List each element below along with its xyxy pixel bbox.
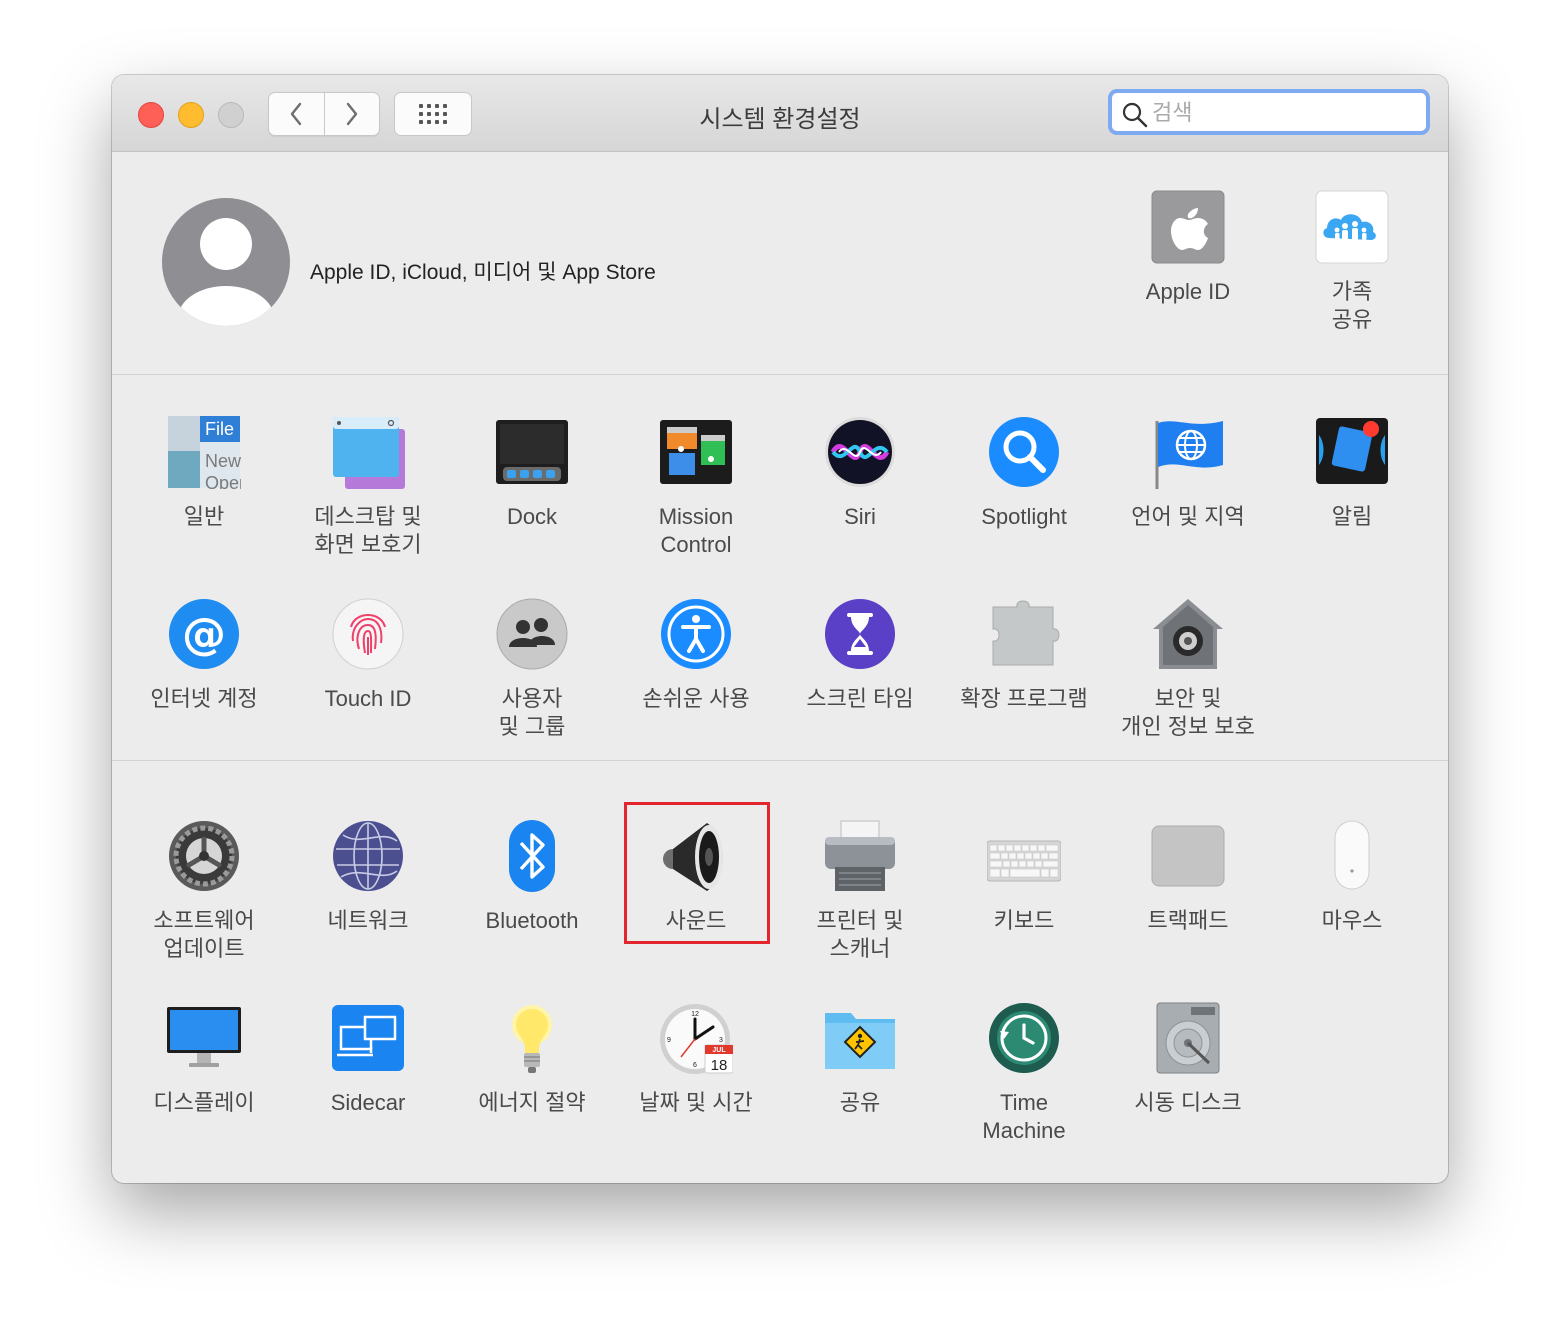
software-update-icon xyxy=(169,821,239,891)
pane-label: 키보드 xyxy=(993,908,1055,933)
extensions-icon xyxy=(992,600,1060,666)
time-machine-icon xyxy=(989,1003,1059,1073)
pane-label: 사용자 및 그룹 xyxy=(498,686,566,739)
pane-label: 에너지 절약 xyxy=(478,1090,586,1115)
account-label[interactable]: Apple ID, iCloud, 미디어 및 App Store xyxy=(310,256,656,286)
pane-label: 프린터 및 스캐너 xyxy=(816,908,904,961)
mission-control-icon xyxy=(660,420,732,484)
pane-label: 날짜 및 시간 xyxy=(639,1090,753,1115)
svg-text:12: 12 xyxy=(691,1011,699,1018)
startup-disk-icon xyxy=(1156,1002,1220,1074)
calendar-month: JUL xyxy=(712,1047,726,1054)
trackpad-icon xyxy=(1151,825,1225,887)
security-privacy-icon xyxy=(1153,599,1223,669)
desktop-screensaver-icon xyxy=(333,417,405,489)
keyboard-icon xyxy=(987,840,1061,882)
pane-label: 확장 프로그램 xyxy=(960,686,1088,711)
hardware-panes-section: 소프트웨어 업데이트 네트워크 Bluetooth 사운드 프린터 및 스캐너 … xyxy=(112,761,1448,1183)
svg-text:9: 9 xyxy=(667,1037,671,1044)
personal-panes-section: File New Open 일반 데스크탑 및 화면 보호기 xyxy=(112,375,1448,761)
svg-text:@: @ xyxy=(182,609,226,660)
printers-scanners-icon xyxy=(825,820,895,891)
account-section: Apple ID, iCloud, 미디어 및 App Store Apple … xyxy=(112,152,1448,375)
general-icon-file-text: File xyxy=(205,419,234,439)
svg-text:6: 6 xyxy=(693,1062,697,1069)
network-icon xyxy=(333,821,403,891)
siri-icon xyxy=(825,417,895,487)
users-groups-icon xyxy=(496,598,568,670)
search-input[interactable] xyxy=(1150,97,1424,129)
pane-label: Sidecar xyxy=(330,1090,406,1115)
general-icon-open-text: Open xyxy=(205,473,241,489)
pane-label: 인터넷 계정 xyxy=(150,686,258,711)
date-time-icon: 12 3 6 9 JUL 18 xyxy=(660,1004,733,1074)
search-field[interactable] xyxy=(1108,89,1430,135)
pane-label: 스크린 타임 xyxy=(806,686,914,711)
pane-label: 데스크탑 및 화면 보호기 xyxy=(314,504,422,557)
dock-icon xyxy=(496,420,568,484)
sharing-icon xyxy=(825,1013,895,1069)
pane-label: 일반 xyxy=(183,504,225,529)
notifications-icon xyxy=(1316,418,1388,484)
pane-label: 트랙패드 xyxy=(1147,908,1229,933)
system-preferences-window: 시스템 환경설정 Apple ID, iCloud, 미디어 및 App Sto… xyxy=(112,75,1448,1183)
pane-label: 알림 xyxy=(1331,504,1373,529)
pane-label: Spotlight xyxy=(981,504,1067,529)
displays-icon xyxy=(167,1007,241,1067)
pane-label: Time Machine xyxy=(982,1090,1066,1143)
pane-label: Siri xyxy=(844,504,876,529)
spotlight-icon xyxy=(989,417,1059,487)
screen-time-icon xyxy=(825,599,895,669)
family-sharing-icon xyxy=(1315,190,1389,264)
pane-label: 가족 공유 xyxy=(1331,279,1373,332)
apple-logo-icon xyxy=(1151,190,1225,264)
pane-label: 네트워크 xyxy=(327,908,409,933)
pane-label: Dock xyxy=(506,504,558,529)
general-icon-new-text: New xyxy=(205,451,241,471)
avatar[interactable] xyxy=(162,198,290,326)
energy-saver-icon xyxy=(512,1005,552,1073)
pane-label: Apple ID xyxy=(1145,279,1231,304)
mouse-icon xyxy=(1334,820,1370,890)
language-region-icon xyxy=(1155,421,1223,489)
pane-label: Bluetooth xyxy=(485,908,579,933)
pane-label: 시동 디스크 xyxy=(1134,1090,1242,1115)
pane-label: 언어 및 지역 xyxy=(1131,504,1245,529)
pane-label: Touch ID xyxy=(324,686,412,711)
pane-label: 공유 xyxy=(839,1090,881,1115)
pane-label: 손쉬운 사용 xyxy=(642,686,750,711)
calendar-day: 18 xyxy=(711,1057,728,1074)
pane-label: 사운드 xyxy=(665,908,727,933)
internet-accounts-icon: @ xyxy=(169,599,239,669)
touch-id-icon xyxy=(332,598,404,670)
sidecar-icon xyxy=(332,1005,404,1071)
sound-icon xyxy=(663,823,723,891)
pane-label: 보안 및 개인 정보 보호 xyxy=(1121,686,1255,739)
title-bar: 시스템 환경설정 xyxy=(112,75,1448,152)
bluetooth-icon xyxy=(509,820,555,892)
accessibility-icon xyxy=(661,599,731,669)
pane-label: 마우스 xyxy=(1321,908,1383,933)
general-icon: File New Open xyxy=(168,416,241,489)
pane-label: 디스플레이 xyxy=(153,1090,255,1115)
pane-label: Mission Control xyxy=(658,504,734,557)
pane-label: 소프트웨어 업데이트 xyxy=(153,908,255,961)
search-icon xyxy=(1122,102,1148,128)
svg-text:3: 3 xyxy=(719,1037,723,1044)
